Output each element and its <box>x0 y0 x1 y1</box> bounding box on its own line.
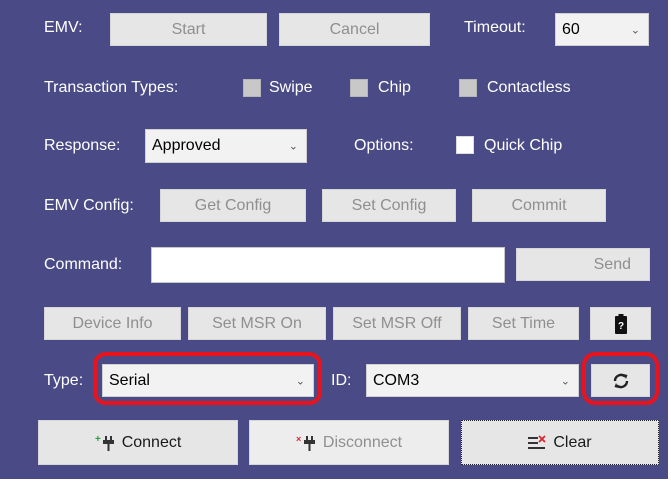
clear-button[interactable]: Clear <box>461 420 659 465</box>
svg-text:?: ? <box>617 321 623 332</box>
emv-label: EMV: <box>44 19 83 36</box>
set-msr-off-button[interactable]: Set MSR Off <box>333 307 461 340</box>
options-label: Options: <box>354 137 414 154</box>
id-label: ID: <box>331 372 352 389</box>
contactless-label: Contactless <box>487 79 571 96</box>
type-highlight <box>93 352 322 405</box>
chevron-down-icon: ⌄ <box>560 375 570 387</box>
device-info-button[interactable]: Device Info <box>44 307 181 340</box>
contactless-checkbox[interactable] <box>459 79 477 97</box>
response-label: Response: <box>44 137 121 154</box>
svg-text:+: + <box>95 435 101 445</box>
disconnect-button[interactable]: × Disconnect <box>249 420 449 465</box>
cancel-button[interactable]: Cancel <box>279 13 430 46</box>
transaction-types-label: Transaction Types: <box>44 79 179 96</box>
connect-button[interactable]: + Connect <box>38 420 238 465</box>
refresh-highlight <box>582 352 659 405</box>
swipe-label: Swipe <box>269 79 313 96</box>
timeout-value: 60 <box>562 20 580 38</box>
chevron-down-icon: ⌄ <box>630 24 640 36</box>
type-label: Type: <box>44 372 84 389</box>
send-button[interactable]: Send <box>516 248 650 281</box>
start-button[interactable]: Start <box>110 13 267 46</box>
commit-button[interactable]: Commit <box>472 189 606 222</box>
chevron-down-icon: ⌄ <box>288 140 298 153</box>
emv-panel: EMV: Start Cancel Timeout: 60 ⌄ Transact… <box>0 0 668 479</box>
quick-chip-checkbox[interactable] <box>456 136 474 154</box>
plug-disconnect-icon: × <box>296 435 316 451</box>
response-value: Approved <box>152 137 221 154</box>
swipe-checkbox[interactable] <box>243 79 261 97</box>
set-time-button[interactable]: Set Time <box>468 307 579 340</box>
quick-chip-label: Quick Chip <box>484 137 563 154</box>
set-config-button[interactable]: Set Config <box>322 189 456 222</box>
battery-icon: ? <box>614 313 627 334</box>
connect-label: Connect <box>121 433 182 451</box>
response-select[interactable]: Approved ⌄ <box>145 129 307 163</box>
svg-text:×: × <box>296 435 301 444</box>
get-config-button[interactable]: Get Config <box>160 189 306 222</box>
battery-button[interactable]: ? <box>590 307 651 340</box>
plug-connect-icon: + <box>95 435 115 451</box>
clear-label: Clear <box>553 433 592 451</box>
id-select[interactable]: COM3 ⌄ <box>366 364 579 397</box>
timeout-select[interactable]: 60 ⌄ <box>555 13 649 46</box>
command-input[interactable] <box>151 247 505 283</box>
disconnect-label: Disconnect <box>322 433 403 451</box>
clear-icon <box>528 434 547 451</box>
command-label: Command: <box>44 256 123 273</box>
set-msr-on-button[interactable]: Set MSR On <box>188 307 326 340</box>
chip-checkbox[interactable] <box>350 79 368 97</box>
timeout-label: Timeout: <box>464 19 526 36</box>
id-value: COM3 <box>373 371 420 389</box>
emv-config-label: EMV Config: <box>44 197 134 214</box>
chip-label: Chip <box>378 79 411 96</box>
